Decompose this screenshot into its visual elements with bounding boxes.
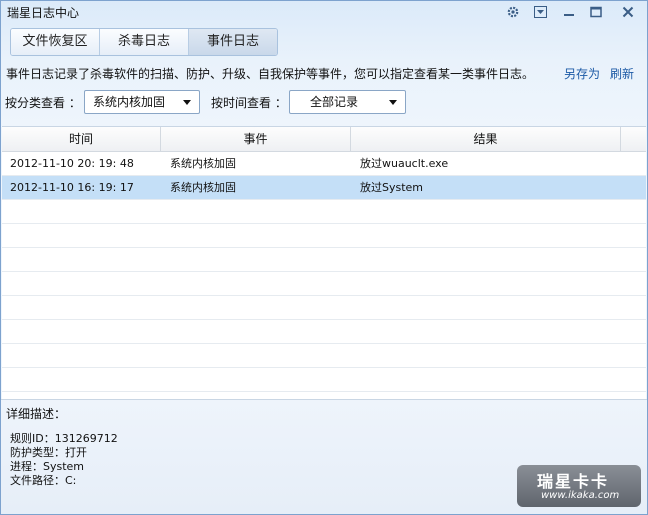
row-event: 系统内核加固 bbox=[170, 157, 236, 170]
tab-bar: 文件恢复区 杀毒日志 事件日志 bbox=[10, 28, 278, 56]
detail-file-path: 文件路径：C: bbox=[10, 474, 77, 487]
watermark-logo: 瑞星卡卡 www.ikaka.com bbox=[517, 465, 641, 507]
table-row[interactable]: 2012-11-10 20: 19: 48 系统内核加固 放过wuauclt.e… bbox=[2, 152, 646, 176]
row-result: 放过wuauclt.exe bbox=[360, 157, 449, 170]
empty-row bbox=[2, 296, 646, 320]
event-log-table: 时间 事件 结果 2012-11-10 20: 19: 48 系统内核加固 放过… bbox=[2, 126, 646, 400]
minimize-icon[interactable] bbox=[558, 2, 580, 22]
column-header-result[interactable]: 结果 bbox=[351, 127, 621, 151]
empty-row bbox=[2, 200, 646, 224]
empty-row bbox=[2, 344, 646, 368]
chevron-down-icon bbox=[183, 100, 191, 105]
save-as-link[interactable]: 另存为 bbox=[564, 65, 600, 82]
title-bar: 瑞星日志中心 bbox=[1, 1, 647, 23]
empty-row bbox=[2, 248, 646, 272]
row-event: 系统内核加固 bbox=[170, 181, 236, 194]
tab-event-log[interactable]: 事件日志 bbox=[189, 29, 277, 55]
empty-row bbox=[2, 320, 646, 344]
detail-title: 详细描述： bbox=[6, 407, 67, 421]
row-time: 2012-11-10 16: 19: 17 bbox=[10, 181, 134, 194]
tab-scan-log[interactable]: 杀毒日志 bbox=[100, 29, 189, 55]
close-icon[interactable] bbox=[617, 2, 639, 22]
time-select-value: 全部记录 bbox=[310, 95, 359, 109]
skin-icon[interactable] bbox=[529, 2, 551, 22]
maximize-icon[interactable] bbox=[585, 2, 607, 22]
tab-file-recovery[interactable]: 文件恢复区 bbox=[11, 29, 100, 55]
table-header: 时间 事件 结果 bbox=[2, 127, 646, 152]
empty-row bbox=[2, 368, 646, 392]
description-text: 事件日志记录了杀毒软件的扫描、防护、升级、自我保护等事件，您可以指定查看某一类事… bbox=[6, 67, 535, 81]
category-select-value: 系统内核加固 bbox=[93, 95, 166, 109]
column-header-event[interactable]: 事件 bbox=[161, 127, 351, 151]
empty-row bbox=[2, 272, 646, 296]
column-header-time[interactable]: 时间 bbox=[2, 127, 161, 151]
window-title: 瑞星日志中心 bbox=[7, 6, 80, 20]
watermark-brand: 瑞星卡卡 bbox=[537, 472, 610, 491]
row-time: 2012-11-10 20: 19: 48 bbox=[10, 157, 134, 170]
category-filter-label: 按分类查看 ： bbox=[5, 96, 81, 110]
empty-row bbox=[2, 224, 646, 248]
time-filter-label: 按时间查看 ： bbox=[211, 96, 287, 110]
row-result: 放过System bbox=[360, 181, 424, 194]
refresh-link[interactable]: 刷新 bbox=[610, 65, 634, 82]
time-select[interactable]: 全部记录 bbox=[289, 90, 406, 114]
category-select[interactable]: 系统内核加固 bbox=[84, 90, 200, 114]
table-row-selected[interactable]: 2012-11-10 16: 19: 17 系统内核加固 放过System bbox=[2, 176, 646, 200]
watermark-url: www.ikaka.com bbox=[541, 490, 620, 501]
log-center-window: 瑞星日志中心 文件恢复区 杀毒日志 事件日志 事件日志记录了杀毒软件的扫描、防护… bbox=[0, 0, 648, 515]
gear-icon[interactable] bbox=[502, 2, 524, 22]
chevron-down-icon bbox=[389, 100, 397, 105]
